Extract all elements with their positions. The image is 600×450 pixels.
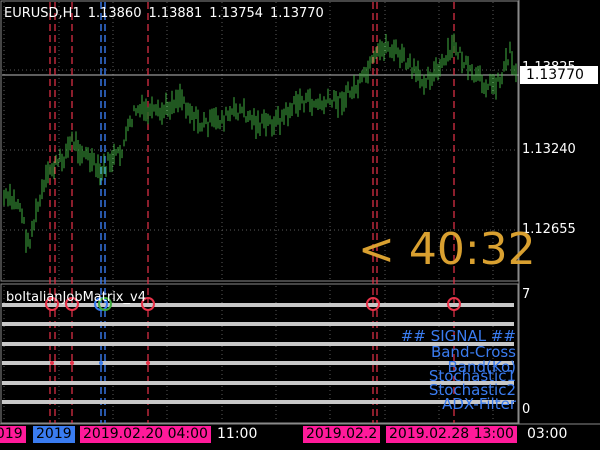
chart-window[interactable]: EURUSD,H1 1.13860 1.13881 1.13754 1.13770 1.… <box>0 0 600 450</box>
time-axis-label: 2019.02.28 13:00 <box>386 426 517 443</box>
price-level-label: 1.13240 <box>522 142 576 157</box>
time-axis-label: 03:00 <box>527 426 568 442</box>
time-axis-label: 2019 <box>33 426 75 443</box>
ohlc-header: EURUSD,H1 1.13860 1.13881 1.13754 1.13770 <box>4 6 331 21</box>
high-value: 1.13881 <box>148 6 203 21</box>
time-axis-label: 11:00 <box>217 426 258 442</box>
indicator-level-max: 7 <box>522 287 531 302</box>
indicator-row-bar <box>2 400 514 404</box>
legend-signal: ## SIGNAL ## <box>400 327 516 345</box>
candle-countdown: < 40:32 <box>358 224 536 275</box>
low-value: 1.13754 <box>209 6 264 21</box>
time-axis-label: 2019 <box>0 426 26 443</box>
close-value: 1.13770 <box>270 6 324 21</box>
time-axis-label: 2019.02.20 04:00 <box>80 426 211 443</box>
open-value: 1.13860 <box>87 6 142 21</box>
indicator-title: boItalianJobMatrix_v4 <box>6 290 146 305</box>
signal-dot <box>50 361 54 365</box>
indicator-row-bar <box>2 322 514 326</box>
indicator-row-bar <box>2 361 514 365</box>
time-axis-label: 2019.02.2 <box>303 426 381 443</box>
current-price-tag: 1.13770 <box>520 66 598 84</box>
legend-adx-filter: ADX-Filter <box>442 395 516 413</box>
symbol-timeframe: EURUSD,H1 <box>4 6 81 21</box>
indicator-level-min: 0 <box>522 402 531 417</box>
signal-dot <box>70 361 74 365</box>
signal-dot <box>146 361 150 365</box>
signal-dot <box>99 361 103 365</box>
